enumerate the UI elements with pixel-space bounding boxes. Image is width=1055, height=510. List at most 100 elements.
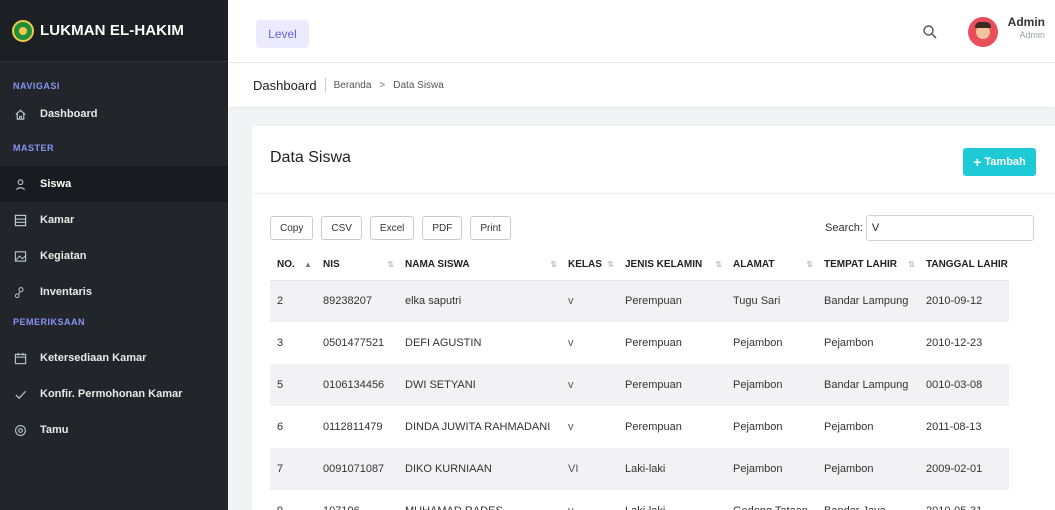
excel-button[interactable]: Excel: [369, 216, 415, 240]
cell-no: 9: [270, 490, 316, 510]
add-button-label: Tambah: [984, 156, 1026, 168]
sidebar-item-siswa[interactable]: Siswa: [0, 166, 228, 202]
image-icon: [13, 249, 27, 263]
pdf-button[interactable]: PDF: [422, 216, 463, 240]
breadcrumb: Dashboard Beranda > Data Siswa: [228, 63, 1055, 107]
cell-nis: 0106134456: [316, 364, 398, 406]
cell-tempat-lahir: Pejambon: [817, 448, 919, 490]
level-button[interactable]: Level: [256, 20, 309, 48]
cell-nis: 89238207: [316, 280, 398, 322]
breadcrumb-separator: >: [379, 79, 386, 91]
cell-nama-siswa: DEFI AGUSTIN: [405, 337, 482, 349]
brand-logo: [12, 19, 34, 42]
cell-tempat-lahir: Bandar Lampung: [817, 280, 919, 322]
cell-kelas: VI: [561, 448, 618, 490]
sidebar-item-label: Tamu: [40, 424, 69, 436]
col-tanggal-lahir[interactable]: TANGGAL LAHIR: [919, 250, 1009, 281]
table-row[interactable]: 5 0106134456 DWI SETYANI v Perempuan Pejambon…: [270, 364, 1009, 406]
user-icon: [13, 177, 27, 191]
cell-nis: 0501477521: [323, 337, 385, 349]
brand[interactable]: LUKMAN EL-HAKIM: [0, 0, 228, 62]
target-icon: [13, 423, 27, 437]
section-navigasi: NAVIGASI: [13, 81, 60, 91]
cell-tempat-lahir: Pejambon: [824, 421, 874, 433]
print-button[interactable]: Print: [470, 216, 511, 240]
cell-tanggal-lahir: 2009-02-01: [919, 448, 1009, 490]
search-input[interactable]: V: [865, 215, 1034, 241]
col-no[interactable]: NO. ▲: [270, 250, 316, 281]
card-title: Data Siswa: [270, 149, 351, 166]
cell-alamat: Pejambon: [726, 364, 817, 406]
cell-tanggal-lahir: 2010-09-12: [919, 280, 1009, 322]
breadcrumb-home[interactable]: Beranda: [334, 80, 372, 91]
cell-no: 3: [277, 337, 284, 349]
sidebar-item-inventaris[interactable]: Inventaris: [0, 274, 228, 310]
cell-tanggal-lahir: 2010-05-31: [919, 490, 1009, 510]
sidebar-item-kamar[interactable]: Kamar: [0, 202, 228, 238]
cell-jenis-kelamin: Perempuan: [625, 421, 682, 433]
sidebar-item-label: Dashboard: [40, 108, 98, 120]
cell-no: 7: [270, 448, 316, 490]
cell-tempat-lahir: Bandar Jaya: [817, 490, 919, 510]
col-nis[interactable]: NIS ⇅: [316, 250, 398, 281]
sidebar-item-label: Kamar: [40, 214, 75, 226]
csv-button[interactable]: CSV: [321, 216, 362, 240]
home-icon: [13, 107, 27, 121]
sidebar-item-ketersediaan-kamar[interactable]: Ketersediaan Kamar: [0, 340, 228, 376]
page-title: Dashboard: [253, 77, 326, 93]
section-pemeriksaan: PEMERIKSAAN: [13, 317, 86, 327]
cell-alamat: Tugu Sari: [726, 280, 817, 322]
sidebar-item-label: Ketersediaan Kamar: [40, 352, 147, 364]
cell-nis: 0091071087: [316, 448, 398, 490]
plus-icon: +: [973, 154, 982, 170]
avatar[interactable]: [968, 17, 998, 47]
sidebar-item-label: Kegiatan: [40, 250, 87, 262]
cell-tempat-lahir: Pejambon: [824, 337, 874, 349]
data-card: Data Siswa + Tambah Copy CSV Excel PDF P…: [252, 126, 1055, 510]
section-master: MASTER: [13, 143, 54, 153]
sidebar-item-kegiatan[interactable]: Kegiatan: [0, 238, 228, 274]
copy-button[interactable]: Copy: [270, 216, 314, 240]
search-label: Search:: [825, 222, 863, 234]
table-row[interactable]: 6 0112811479 DINDA JUWITA RAHMADANI v Peremp…: [270, 406, 1009, 448]
topbar: Level Admin Admin: [228, 0, 1055, 63]
cell-alamat: Pejambon: [726, 448, 817, 490]
breadcrumb-current: Data Siswa: [393, 79, 444, 91]
cell-kelas: v: [561, 490, 618, 510]
cell-tanggal-lahir: 0010-03-08: [919, 364, 1009, 406]
sidebar-item-tamu[interactable]: Tamu: [0, 412, 228, 448]
cell-jenis-kelamin: Perempuan: [618, 280, 726, 322]
add-button[interactable]: + Tambah: [963, 148, 1036, 176]
calendar-icon: [13, 351, 27, 365]
cell-kelas: v: [561, 364, 618, 406]
cell-jenis-kelamin: Perempuan: [625, 337, 682, 349]
table-row[interactable]: 9107196MUHAMAD RADESvLaki-lakiGedong Tat…: [270, 490, 1009, 510]
search-icon[interactable]: [922, 24, 938, 40]
sidebar-item-konfir-permohonan[interactable]: Konfir. Permohonan Kamar: [0, 376, 228, 412]
cell-nama-siswa: elka saputri: [398, 280, 561, 322]
sidebar-item-label: Konfir. Permohonan Kamar: [40, 388, 183, 400]
table-row[interactable]: 3 0501477521 DEFI AGUSTIN v Perempuan Pejambo…: [270, 322, 1009, 364]
col-jenis-kelamin[interactable]: JENIS KELAMIN ⇅: [618, 250, 726, 281]
table-header-row: NO. ▲ NIS ⇅ NAMA SISWA ⇅ KELAS ⇅ JENIS KELAM…: [270, 250, 1009, 281]
table-row[interactable]: 2 89238207 elka saputri v Perempuan Tugu Sari…: [270, 280, 1009, 322]
cell-tanggal-lahir: 2011-08-13: [926, 421, 982, 433]
col-tempat-lahir[interactable]: TEMPAT LAHIR ⇅: [817, 250, 919, 281]
table-search: Search: V: [825, 215, 1034, 241]
col-kelas[interactable]: KELAS ⇅: [561, 250, 618, 281]
cell-nama-siswa: MUHAMAD RADES: [398, 490, 561, 510]
table-row[interactable]: 7 0091071087 DIKO KURNIAAN VI Laki-laki Pejam…: [270, 448, 1009, 490]
sidebar-item-dashboard[interactable]: Dashboard: [0, 100, 228, 128]
col-alamat[interactable]: ALAMAT ⇅: [726, 250, 817, 281]
cell-tanggal-lahir: 2010-12-23: [926, 337, 983, 349]
brand-name: LUKMAN EL-HAKIM: [40, 22, 184, 39]
cell-jenis-kelamin: Laki-laki: [618, 490, 726, 510]
sidebar: LUKMAN EL-HAKIM NAVIGASI Dashboard MASTE…: [0, 0, 228, 510]
col-nama-siswa[interactable]: NAMA SISWA ⇅: [398, 250, 561, 281]
cell-kelas: v: [568, 421, 574, 433]
cell-tempat-lahir: Bandar Lampung: [817, 364, 919, 406]
user-name[interactable]: Admin: [1008, 15, 1045, 29]
cell-no: 2: [270, 280, 316, 322]
user-role: Admin: [1019, 30, 1045, 40]
export-toolbar: Copy CSV Excel PDF Print: [270, 216, 511, 240]
